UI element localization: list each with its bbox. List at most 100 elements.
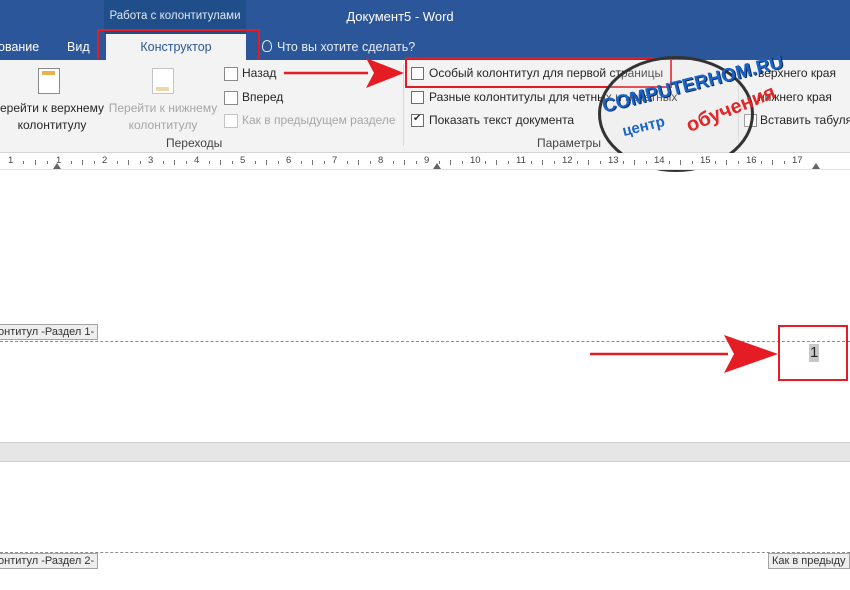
ruler-tick bbox=[634, 160, 635, 165]
ruler-number: 3 bbox=[148, 155, 154, 166]
link-icon bbox=[224, 114, 238, 128]
lightbulb-icon bbox=[262, 40, 272, 52]
tab-review[interactable]: ование bbox=[0, 40, 39, 54]
annotation-arrow-options bbox=[284, 58, 404, 88]
ruler-number: 17 bbox=[792, 155, 803, 166]
forward-icon bbox=[224, 91, 238, 105]
ruler-tick bbox=[542, 160, 543, 165]
ruler-number: 15 bbox=[700, 155, 711, 166]
checkbox-show-text[interactable] bbox=[411, 113, 424, 127]
ruler-tick bbox=[760, 161, 762, 164]
ruler-tick bbox=[266, 160, 267, 165]
link-previous-tag: Как в предыду bbox=[768, 553, 850, 569]
ruler-tick bbox=[783, 161, 785, 164]
ruler-number: 2 bbox=[102, 155, 108, 166]
ruler-tick bbox=[369, 161, 371, 164]
checkbox-odd-even[interactable] bbox=[411, 91, 424, 104]
group-label-options: Параметры bbox=[537, 136, 601, 150]
ruler-tick bbox=[23, 161, 24, 164]
ruler-tick bbox=[714, 161, 716, 164]
ruler-tick bbox=[93, 161, 95, 164]
ruler-tick bbox=[530, 161, 532, 164]
footer-section-1-tag: онтитул -Раздел 1- bbox=[0, 324, 99, 340]
ruler-number: 5 bbox=[240, 155, 246, 166]
ruler-tick bbox=[496, 160, 497, 165]
ruler-tick bbox=[162, 161, 164, 164]
tab-view[interactable]: Вид bbox=[67, 40, 90, 54]
ruler-tick bbox=[553, 161, 555, 164]
ruler-number: 8 bbox=[378, 155, 384, 166]
group-label-navigation: Переходы bbox=[166, 136, 223, 150]
option-show-text-label: Показать текст документа bbox=[429, 113, 575, 127]
ruler-tick bbox=[599, 161, 601, 164]
ruler-tab-marker[interactable] bbox=[433, 163, 441, 169]
go-to-footer-label-2: колонтитулу bbox=[128, 118, 198, 132]
annotation-arrow-page-number bbox=[590, 335, 778, 373]
tell-me-search[interactable]: Что вы хотите сделать? bbox=[262, 40, 415, 54]
ruler-tick bbox=[576, 161, 578, 164]
ruler-tick bbox=[139, 161, 141, 164]
footer-boundary-2 bbox=[0, 552, 850, 553]
ruler-tick bbox=[346, 161, 348, 164]
ruler-tick bbox=[450, 160, 451, 165]
ruler-tick bbox=[588, 160, 589, 165]
ruler-tick bbox=[358, 160, 359, 165]
insert-tab-label: Вставить табуляцию bbox=[760, 113, 850, 127]
ruler-tick bbox=[231, 161, 233, 164]
ruler-number: 4 bbox=[194, 155, 200, 166]
ruler-number: 6 bbox=[286, 155, 292, 166]
ruler-tick bbox=[392, 161, 394, 164]
ruler-tick bbox=[208, 161, 210, 164]
ruler-tick bbox=[185, 161, 187, 164]
ruler-number: 7 bbox=[332, 155, 338, 166]
go-to-header-label-1: ерейти к верхнему bbox=[0, 101, 104, 115]
ruler-tick bbox=[726, 160, 727, 165]
context-group-label: Работа с колонтитулами bbox=[109, 10, 241, 22]
ruler-tick bbox=[461, 161, 463, 164]
ruler-right-indent-marker[interactable] bbox=[812, 163, 820, 169]
forward-label: Вперед bbox=[242, 90, 284, 104]
ruler-tick bbox=[772, 160, 773, 165]
ruler-tick bbox=[645, 161, 647, 164]
ruler-tick bbox=[174, 160, 175, 165]
ruler-number: 11 bbox=[516, 155, 526, 166]
ruler-tick bbox=[128, 160, 129, 165]
ruler-tick bbox=[47, 161, 48, 164]
ruler-tick bbox=[277, 161, 279, 164]
ruler-tick bbox=[680, 160, 681, 165]
window-title: Документ5 - Word bbox=[346, 9, 454, 24]
tell-me-label: Что вы хотите сделать? bbox=[277, 40, 416, 54]
ruler-tick bbox=[415, 161, 417, 164]
ruler-tick bbox=[622, 161, 624, 164]
ruler-tick bbox=[312, 160, 313, 165]
go-to-header-label-2: колонтитулу bbox=[17, 118, 87, 132]
ruler-tick bbox=[35, 160, 36, 165]
ruler-tick bbox=[254, 161, 256, 164]
back-label: Назад bbox=[242, 66, 277, 80]
go-to-footer-icon bbox=[152, 68, 174, 94]
ruler-tick bbox=[668, 161, 670, 164]
ruler-number: 10 bbox=[470, 155, 481, 166]
ruler-tick bbox=[404, 160, 405, 165]
ruler-tick bbox=[220, 160, 221, 165]
ruler-tick bbox=[484, 161, 486, 164]
ruler-tick bbox=[737, 161, 739, 164]
ruler-tick bbox=[70, 161, 72, 164]
page-gap bbox=[0, 442, 850, 462]
go-to-footer-label-1: Перейти к нижнему bbox=[108, 101, 218, 115]
ruler-number: 9 bbox=[424, 155, 430, 166]
ruler-tick bbox=[82, 160, 83, 165]
ruler-tick bbox=[116, 161, 118, 164]
back-icon bbox=[224, 67, 238, 81]
ruler-number: 16 bbox=[746, 155, 757, 166]
footer-section-2-tag: онтитул -Раздел 2- bbox=[0, 553, 99, 569]
go-to-header-icon bbox=[38, 68, 60, 94]
ruler-number: 12 bbox=[562, 155, 573, 166]
go-to-footer-button[interactable]: Перейти к нижнему колонтитулу bbox=[108, 101, 218, 132]
link-previous-label: Как в предыдущем разделе bbox=[242, 113, 396, 127]
go-to-header-button[interactable]: ерейти к верхнему колонтитулу bbox=[0, 101, 104, 132]
ruler-tick bbox=[323, 161, 325, 164]
ruler-indent-marker[interactable] bbox=[53, 163, 61, 169]
ruler-tick bbox=[691, 161, 693, 164]
ruler-tick bbox=[300, 161, 302, 164]
